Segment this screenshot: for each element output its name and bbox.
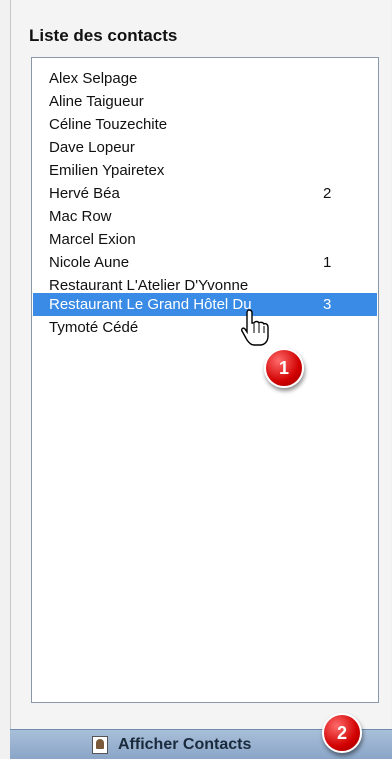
step-badge-2: 2 bbox=[322, 713, 362, 753]
contact-count: 1 bbox=[323, 254, 332, 271]
panel-title: Liste des contacts bbox=[29, 26, 178, 45]
contact-count: 3 bbox=[323, 296, 332, 313]
contact-name: Mac Row bbox=[49, 208, 112, 225]
contact-name: Dave Lopeur bbox=[49, 139, 135, 156]
list-item[interactable]: Marcel Exion bbox=[33, 228, 377, 251]
contact-name: Céline Touzechite bbox=[49, 116, 168, 133]
list-item[interactable]: Nicole Aune 1 bbox=[33, 251, 377, 274]
afficher-contacts-button[interactable]: Afficher Contacts bbox=[92, 733, 251, 757]
contact-name: Hervé Béa bbox=[49, 185, 120, 202]
contact-name: Aline Taigueur bbox=[49, 93, 144, 110]
list-item[interactable]: Emilien Ypairetex bbox=[33, 159, 377, 182]
contact-card-icon bbox=[92, 736, 108, 754]
hand-cursor-icon bbox=[240, 308, 270, 353]
contact-name: Nicole Aune bbox=[49, 254, 130, 271]
list-item[interactable]: Céline Touzechite bbox=[33, 113, 377, 136]
list-item[interactable]: Hervé Béa 2 bbox=[33, 182, 377, 205]
list-item[interactable]: Mac Row bbox=[33, 205, 377, 228]
list-item[interactable]: Tymoté Cédé bbox=[33, 316, 377, 339]
list-item-selected[interactable]: Restaurant Le Grand Hôtel Du 3 bbox=[33, 293, 377, 316]
list-item[interactable]: Alex Selpage bbox=[33, 67, 377, 90]
contact-count: 2 bbox=[323, 185, 332, 202]
list-item[interactable]: Aline Taigueur bbox=[33, 90, 377, 113]
contacts-panel: Liste des contacts Alex Selpage Aline Ta… bbox=[10, 0, 391, 758]
contact-list[interactable]: Alex Selpage Aline Taigueur Céline Touze… bbox=[31, 57, 379, 703]
contact-name: Marcel Exion bbox=[49, 231, 136, 248]
contact-name: Alex Selpage bbox=[49, 70, 138, 87]
step-badge-1: 1 bbox=[264, 348, 304, 388]
contact-name: Emilien Ypairetex bbox=[49, 162, 165, 179]
list-item[interactable]: Dave Lopeur bbox=[33, 136, 377, 159]
button-label: Afficher Contacts bbox=[118, 736, 252, 753]
